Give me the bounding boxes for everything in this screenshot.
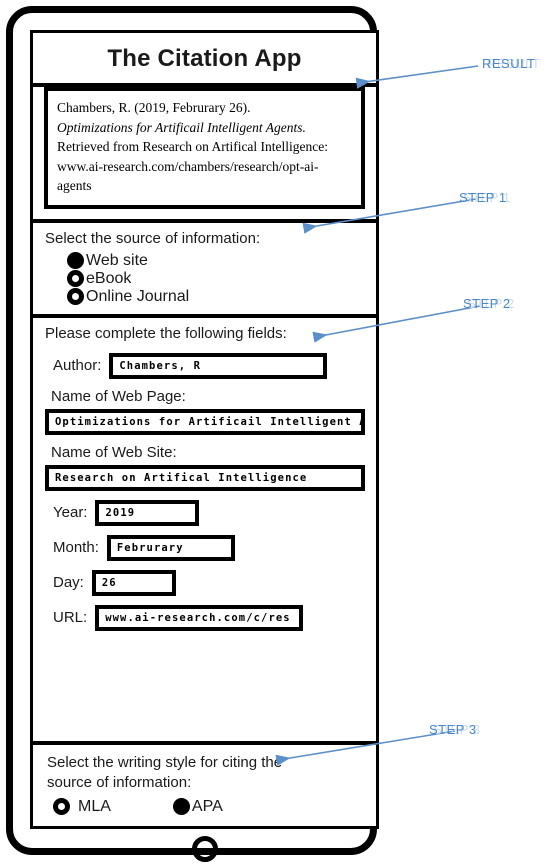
radio-option-mla[interactable]: MLA [53, 798, 111, 815]
citation-line: Chambers, R. (2019, Februrary 26). [57, 100, 251, 115]
writing-style-radio-group[interactable]: MLA APA [53, 798, 368, 816]
field-label-day: Day: [53, 574, 84, 592]
citation-line: www.ai-research.com/chambers/research/op… [57, 158, 319, 174]
author-input-value: Chambers, R [119, 359, 202, 372]
home-button-area [30, 833, 379, 865]
radio-label: eBook [86, 269, 132, 287]
source-radio-group[interactable]: Web site eBook Online Journal [67, 251, 368, 306]
phone-frame: The Citation App Chambers, R. (2019, Feb… [6, 6, 379, 862]
radio-option-online-journal[interactable]: Online Journal [67, 287, 368, 306]
web-site-name-value: Research on Artifical Intelligence [55, 471, 308, 484]
field-label-web-site: Name of Web Site: [51, 443, 177, 461]
url-input-value: www.ai-research.com/c/res [105, 611, 291, 624]
fields-prompt: Please complete the following fields: [45, 325, 287, 343]
day-input[interactable]: 26 [91, 569, 176, 596]
web-page-name-value: Optimizations for Artificail Intelligent… [55, 415, 361, 428]
citation-line: agents [57, 178, 92, 194]
field-url: URL: www.ai-research.com/c/res [41, 604, 368, 631]
radio-option-ebook[interactable]: eBook [67, 269, 368, 288]
year-input[interactable]: 2019 [95, 499, 200, 526]
annotation-result: RESULT [482, 56, 536, 71]
radio-unselected-icon[interactable] [53, 798, 70, 815]
day-input-value: 26 [101, 576, 117, 589]
radio-label: MLA [78, 797, 111, 815]
month-input[interactable]: Februrary [106, 534, 235, 561]
url-input[interactable]: www.ai-research.com/c/res [95, 604, 304, 631]
app-screen: The Citation App Chambers, R. (2019, Feb… [30, 30, 379, 829]
field-label-month: Month: [53, 539, 99, 557]
radio-label: APA [191, 797, 223, 815]
radio-unselected-icon[interactable] [67, 270, 84, 288]
annotation-step3: STEP 3 [429, 722, 477, 737]
home-button[interactable] [191, 836, 218, 862]
radio-label: Online Journal [86, 287, 190, 305]
field-label-year: Year: [53, 504, 88, 522]
radio-label: Web site [86, 251, 148, 269]
writing-style-prompt: Select the writing style for citing the … [41, 753, 368, 794]
field-label-author: Author: [53, 357, 102, 375]
field-web-site-name: Name of Web Site: Research on Artifical … [41, 444, 368, 491]
field-label-web-page: Name of Web Page: [51, 387, 186, 405]
radio-option-apa[interactable]: APA [172, 797, 223, 815]
web-page-name-input[interactable]: Optimizations for Artificail Intelligent… [45, 408, 365, 435]
author-input[interactable]: Chambers, R [109, 352, 328, 379]
title-bar-container: The Citation App [33, 33, 376, 87]
field-author: Author: Chambers, R [41, 352, 368, 379]
radio-unselected-icon[interactable] [67, 288, 84, 306]
page-title: The Citation App [107, 45, 302, 72]
field-year: Year: 2019 [41, 499, 368, 526]
web-site-name-input[interactable]: Research on Artifical Intelligence [45, 464, 365, 491]
citation-result-box: Chambers, R. (2019, Februrary 26). Optim… [44, 87, 365, 209]
field-day: Day: 26 [41, 569, 368, 596]
radio-selected-icon[interactable] [67, 252, 84, 270]
writing-style-prompt-line1: Select the writing style for citing the [47, 753, 283, 771]
source-prompt: Select the source of information: [45, 229, 261, 247]
radio-option-web-site[interactable]: Web site [67, 251, 368, 270]
citation-line-title: Optimizations for Artificail Intelligent… [57, 119, 306, 135]
annotation-step2: STEP 2 [463, 296, 511, 311]
year-input-value: 2019 [105, 506, 136, 519]
field-month: Month: Februrary [41, 534, 368, 561]
writing-style-prompt-line2: source of information: [47, 773, 192, 791]
month-input-value: Februrary [116, 541, 184, 554]
fields-section: Please complete the following fields: Au… [33, 318, 376, 745]
field-label-url: URL: [53, 609, 88, 627]
radio-selected-icon[interactable] [172, 798, 190, 815]
writing-style-section: Select the writing style for citing the … [33, 745, 376, 827]
field-web-page-name: Name of Web Page: Optimizations for Arti… [41, 388, 368, 435]
result-section: Chambers, R. (2019, Februrary 26). Optim… [33, 87, 376, 223]
source-selection-section: Select the source of information: Web si… [33, 223, 376, 319]
citation-line: Retrieved from Research on Artifical Int… [57, 139, 329, 155]
annotation-step1: STEP 1 [459, 190, 507, 205]
